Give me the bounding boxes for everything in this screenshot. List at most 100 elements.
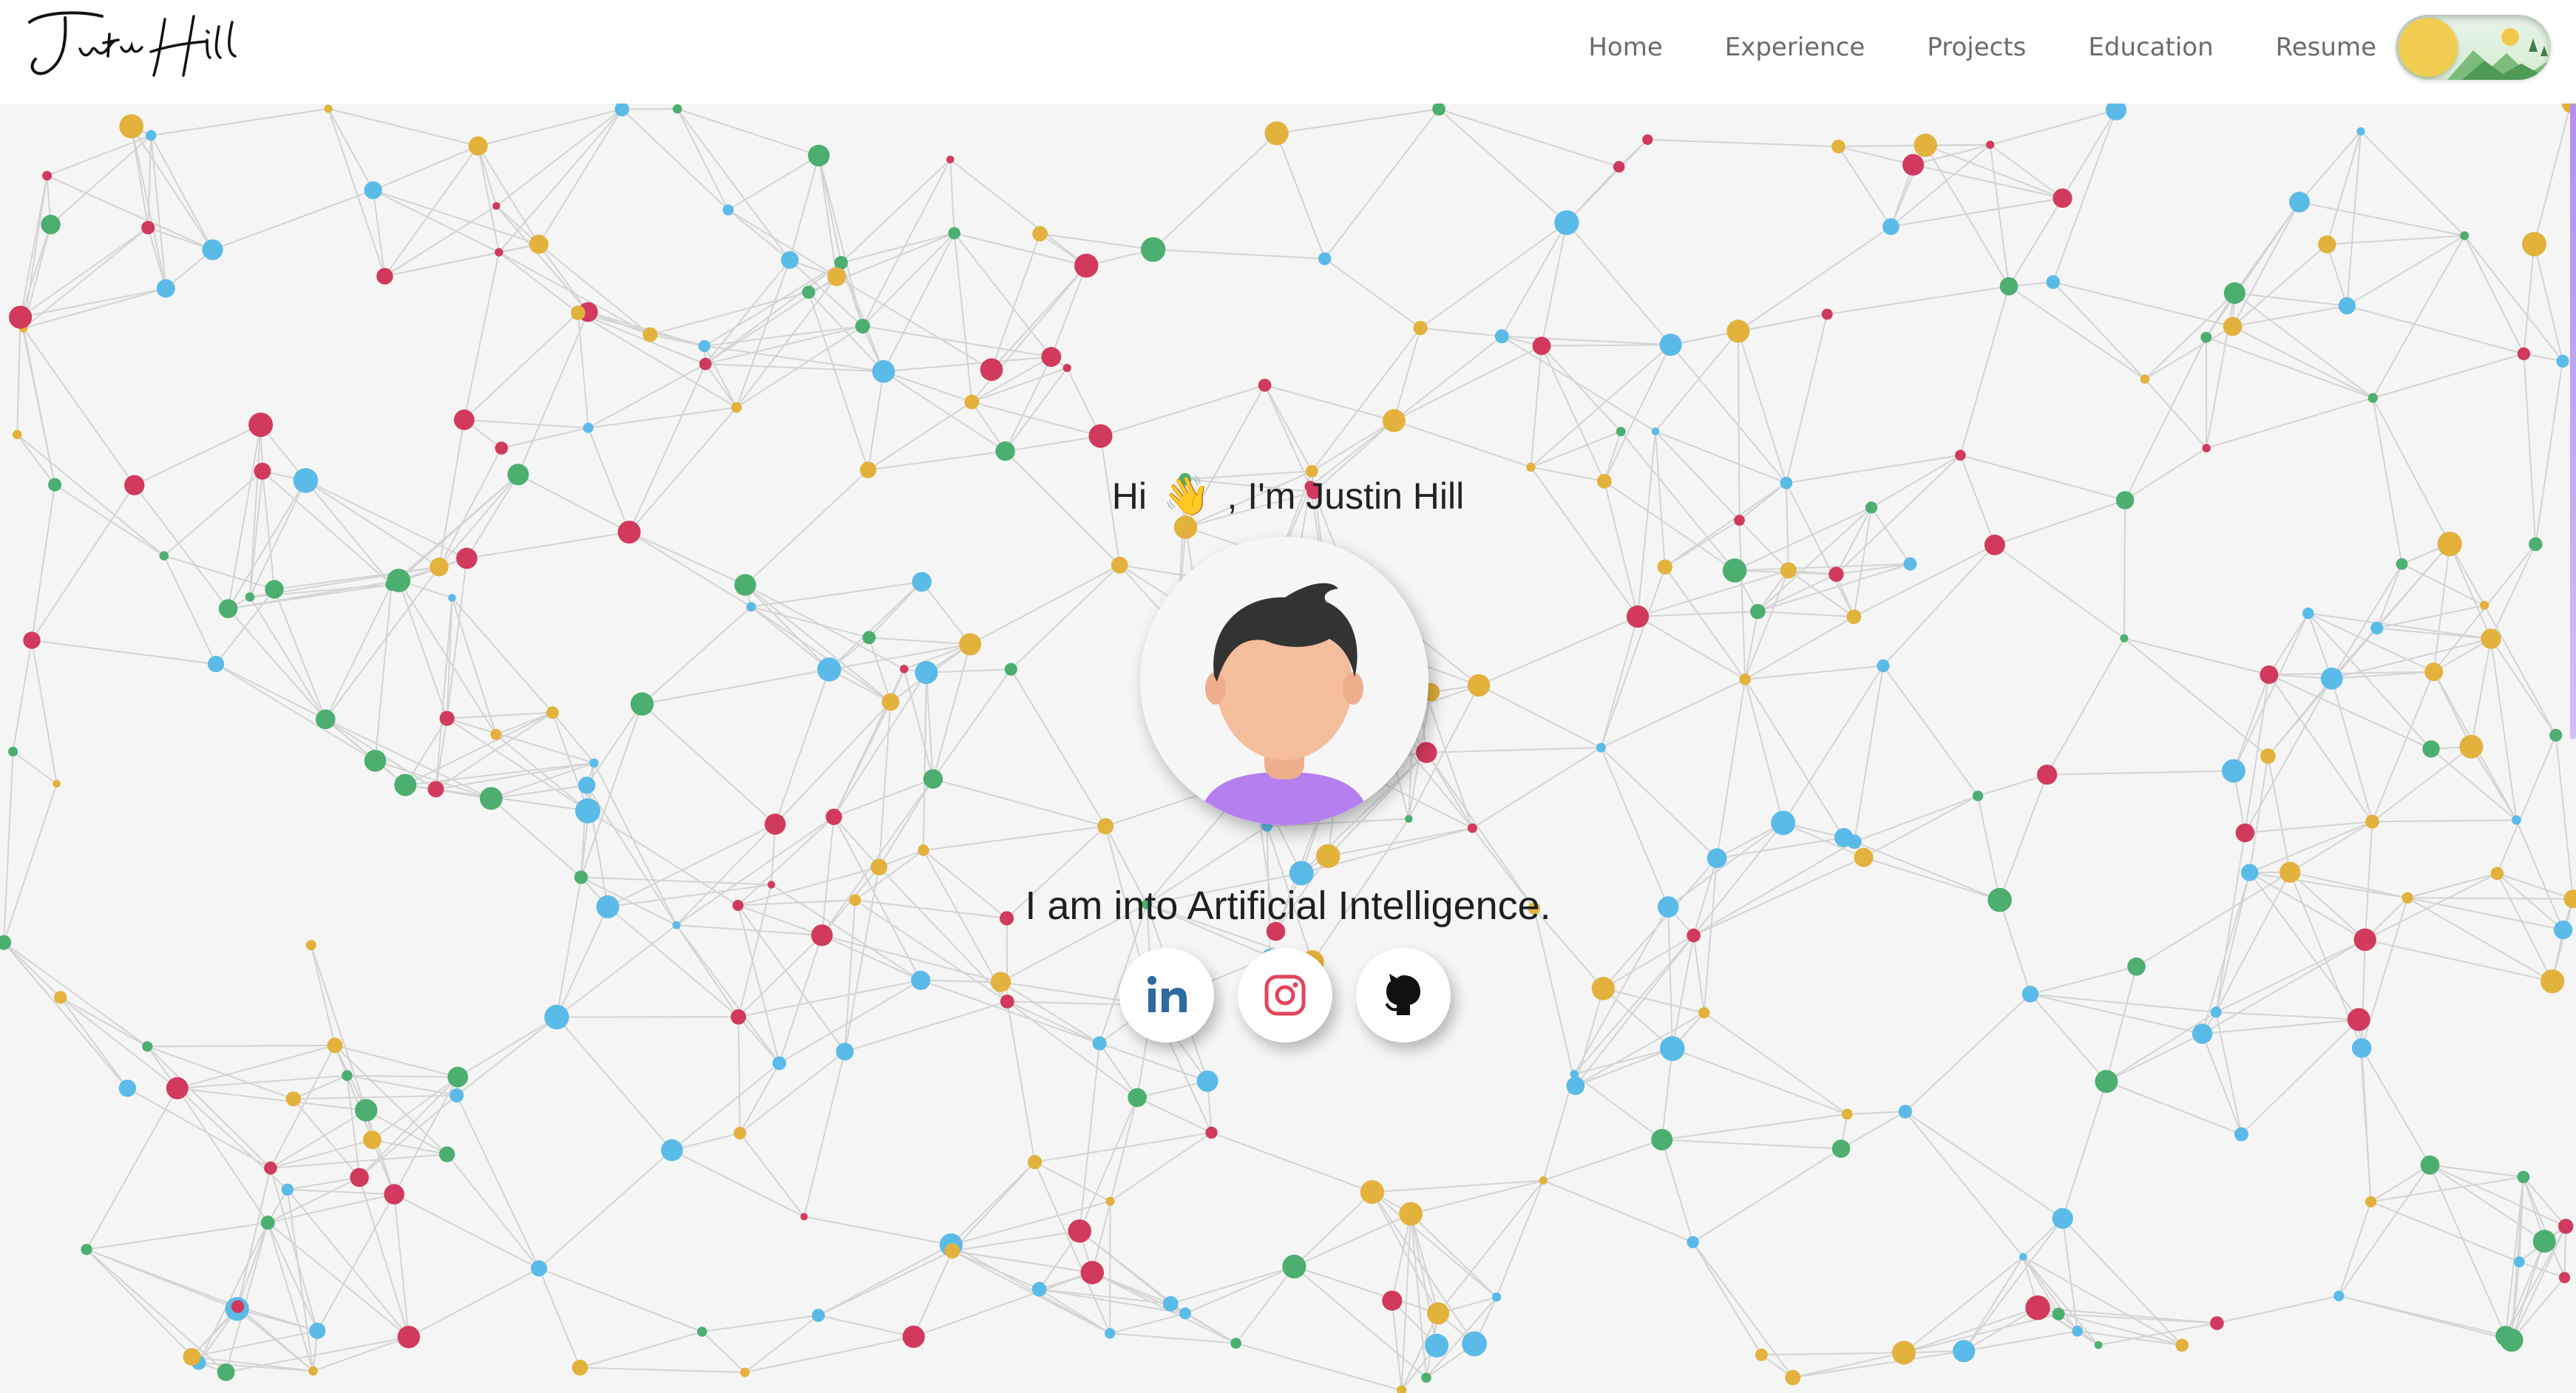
network-link: [861, 232, 955, 327]
signature-logo[interactable]: [13, 4, 279, 86]
network-link: [495, 108, 623, 207]
network-node: [1432, 102, 1445, 116]
theme-toggle[interactable]: [2396, 15, 2551, 80]
network-node: [1282, 1254, 1306, 1279]
network-link: [1963, 1256, 2024, 1352]
network-link: [577, 313, 589, 428]
network-node: [696, 1326, 708, 1337]
nav-home[interactable]: Home: [1588, 28, 1662, 67]
sun-icon: [2501, 28, 2519, 46]
network-link: [671, 1149, 804, 1218]
network-link: [2106, 1033, 2203, 1082]
network-link: [1671, 935, 1695, 1049]
hero-tagline: I am into Artificial Intelligence.: [1025, 884, 1551, 928]
network-link: [737, 1017, 741, 1133]
network-link: [2346, 131, 2362, 306]
network-link: [2326, 244, 2348, 306]
network-link: [1136, 1097, 1212, 1133]
linkedin-button[interactable]: [1119, 948, 1214, 1043]
network-link: [867, 371, 884, 470]
nav-education[interactable]: Education: [2088, 28, 2213, 67]
network-link: [1792, 1352, 1905, 1379]
network-link: [1977, 773, 2047, 797]
network-node: [1902, 154, 1925, 176]
network-link: [949, 159, 955, 234]
network-link: [883, 370, 972, 403]
network-node: [1687, 928, 1701, 943]
network-node: [2320, 667, 2343, 690]
network-node: [2222, 759, 2245, 783]
network-node: [2240, 864, 2259, 881]
network-node: [1031, 1281, 1047, 1297]
network-node: [260, 1216, 275, 1230]
network-link: [818, 1244, 952, 1316]
network-node: [630, 692, 654, 716]
nav-resume[interactable]: Resume: [2276, 28, 2376, 67]
network-link: [1891, 197, 2063, 228]
network-link: [408, 1267, 540, 1338]
network-node: [495, 248, 504, 257]
network-node: [1771, 810, 1796, 836]
network-node: [281, 1183, 294, 1196]
network-node: [41, 214, 61, 234]
network-link: [1744, 679, 1784, 824]
network-link: [538, 1149, 673, 1270]
network-link: [2268, 674, 2373, 822]
network-link: [2361, 1048, 2372, 1202]
network-node: [1111, 556, 1128, 574]
network-link: [3, 941, 148, 1048]
network-link: [677, 108, 729, 211]
instagram-icon: [1264, 975, 1306, 1016]
network-node: [1651, 427, 1660, 435]
network-node: [430, 557, 449, 577]
network-link: [2373, 353, 2524, 399]
nav-projects[interactable]: Projects: [1927, 28, 2026, 67]
network-link: [1079, 1043, 1101, 1232]
network-link: [1647, 138, 1839, 148]
network-link: [921, 581, 971, 645]
network-link: [949, 159, 1087, 267]
network-link: [310, 944, 367, 1111]
network-link: [1034, 1161, 1111, 1202]
network-node: [264, 1162, 277, 1175]
network-node: [827, 267, 847, 286]
network-link: [147, 1044, 335, 1048]
network-link: [267, 1222, 319, 1332]
network-node: [384, 1184, 404, 1204]
network-link: [467, 531, 630, 560]
network-node: [872, 360, 895, 383]
network-link: [2523, 1176, 2566, 1227]
network-node: [447, 1066, 469, 1088]
network-node: [9, 305, 33, 329]
network-link: [2533, 104, 2572, 245]
network-link: [1664, 566, 1746, 680]
network-link: [677, 108, 819, 157]
network-link: [16, 317, 21, 435]
network-node: [870, 858, 888, 875]
network-node: [2549, 728, 2563, 742]
network-node: [316, 709, 336, 730]
network-link: [642, 668, 830, 705]
nav-experience[interactable]: Experience: [1725, 28, 1865, 67]
network-link: [347, 1074, 458, 1078]
network-link: [2231, 201, 2300, 327]
network-link: [774, 701, 892, 825]
network-link: [1372, 1191, 1475, 1345]
toggle-knob[interactable]: [2399, 18, 2458, 77]
network-link: [2106, 1011, 2217, 1082]
network-node: [1173, 515, 1198, 539]
network-link: [1542, 1139, 1663, 1182]
network-link: [926, 668, 1011, 674]
network-node: [468, 136, 488, 156]
network-node: [1722, 558, 1747, 583]
github-button[interactable]: [1356, 948, 1451, 1043]
instagram-button[interactable]: [1238, 948, 1332, 1043]
network-link: [20, 227, 149, 318]
network-node: [1687, 1236, 1699, 1249]
network-link: [577, 312, 737, 408]
greeting-hi: Hi: [1111, 475, 1147, 517]
network-link: [2217, 1295, 2339, 1324]
network-link: [641, 606, 752, 705]
network-node: [324, 104, 333, 113]
network-node: [2280, 861, 2301, 883]
